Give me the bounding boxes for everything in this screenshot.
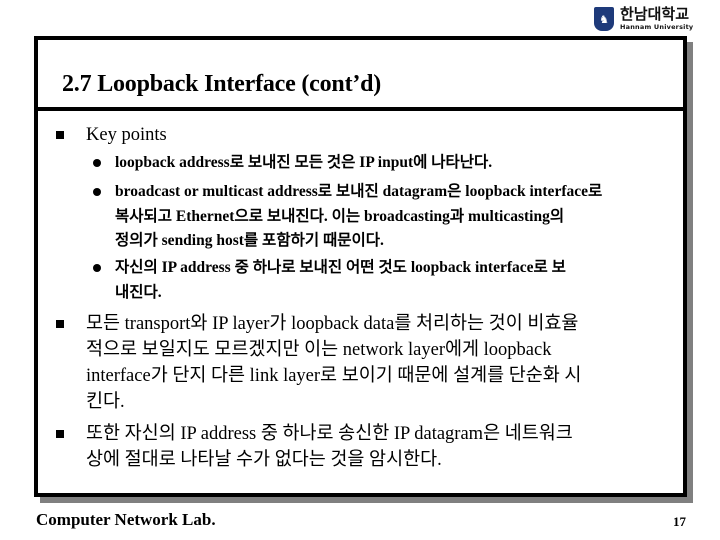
text-line: 킨다.	[86, 392, 125, 412]
slide-frame: 2.7 Loopback Interface (cont’d) Key poin…	[34, 36, 687, 497]
bullet-text: 모든 transport와 IP layer가 loopback data를 처…	[86, 311, 666, 415]
round-bullet-icon	[93, 188, 101, 196]
page-number: 17	[673, 514, 686, 529]
logo-korean-name: 한남대학교	[620, 5, 690, 24]
text-line: interface가 단지 다른 link layer로 보이기 때문에 설계를…	[86, 366, 582, 386]
bullet-text: 또한 자신의 IP address 중 하나로 송신한 IP datagram은…	[86, 421, 666, 473]
text-line: 적으로 보일지도 모르겠지만 이는 network layer에게 loopba…	[86, 340, 552, 360]
university-logo: ♞ 한남대학교 Hannam University	[594, 4, 718, 34]
text-line: 내진다.	[115, 283, 162, 301]
text-line: 상에 절대로 나타날 수가 없다는 것을 암시한다.	[86, 450, 442, 470]
text-line: 복사되고 Ethernet으로 보내진다. 이는 broadcasting과 m…	[115, 207, 565, 225]
slide-content: Key points loopback address로 보내진 모든 것은 I…	[38, 111, 683, 493]
sub-bullet-text: 자신의 IP address 중 하나로 보내진 어떤 것도 loopback …	[115, 256, 660, 305]
text-line: 또한 자신의 IP address 중 하나로 송신한 IP datagram은…	[86, 424, 573, 444]
text-line: 모든 transport와 IP layer가 loopback data를 처…	[86, 314, 579, 334]
slide-title: 2.7 Loopback Interface (cont’d)	[62, 71, 382, 97]
text-line: 정의가 sending host를 포함하기 때문이다.	[115, 232, 384, 249]
text-line: 자신의 IP address 중 하나로 보내진 어떤 것도 loopback …	[115, 259, 566, 276]
sub-bullet-text: loopback address로 보내진 모든 것은 IP input에 나타…	[115, 154, 493, 171]
bullet-text: Key points	[86, 125, 167, 145]
round-bullet-icon	[93, 159, 101, 167]
square-bullet-icon	[56, 131, 64, 139]
text-line: broadcast or multicast address로 보내진 data…	[115, 183, 603, 200]
round-bullet-icon	[93, 264, 101, 272]
square-bullet-icon	[56, 430, 64, 438]
title-area: 2.7 Loopback Interface (cont’d)	[38, 40, 683, 111]
sub-bullet-text: broadcast or multicast address로 보내진 data…	[115, 180, 660, 254]
logo-english-name: Hannam University	[620, 23, 694, 32]
footer-lab-name: Computer Network Lab.	[36, 510, 216, 529]
square-bullet-icon	[56, 320, 64, 328]
university-emblem-icon: ♞	[594, 7, 614, 31]
